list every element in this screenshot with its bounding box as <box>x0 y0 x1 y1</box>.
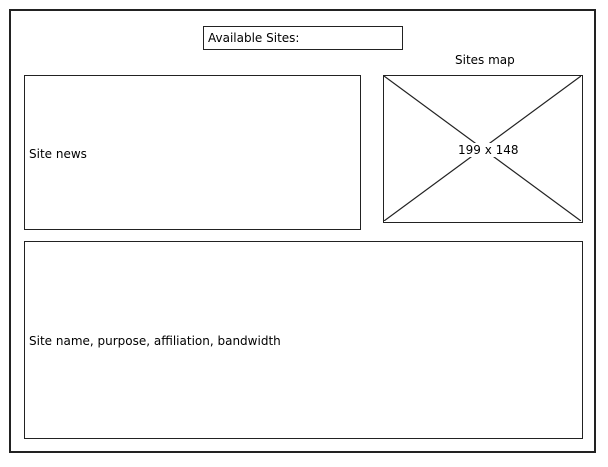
site-news-panel: Site news <box>24 75 361 230</box>
sites-map-image: 199 x 148 <box>383 75 583 223</box>
available-sites-label: Available Sites: <box>208 31 300 45</box>
available-sites-selector[interactable]: Available Sites: <box>203 26 403 50</box>
site-details-label: Site name, purpose, affiliation, bandwid… <box>29 334 281 348</box>
sites-map-title: Sites map <box>455 53 515 67</box>
site-details-panel: Site name, purpose, affiliation, bandwid… <box>24 241 583 439</box>
site-news-label: Site news <box>29 147 87 161</box>
map-size-label: 199 x 148 <box>457 143 520 157</box>
